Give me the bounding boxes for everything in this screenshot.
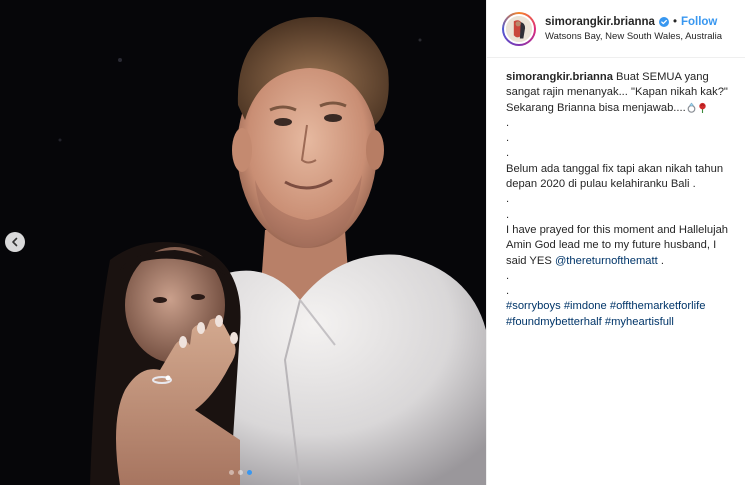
ring-icon <box>687 102 696 113</box>
header-separator: • <box>672 15 677 28</box>
caption-paragraph-3-end: . <box>657 254 664 267</box>
follow-button[interactable]: Follow <box>681 16 717 28</box>
avatar[interactable] <box>502 11 536 46</box>
caption-dot: . <box>506 116 510 129</box>
photo-image <box>0 0 486 485</box>
carousel-prev-button[interactable] <box>5 232 25 252</box>
hashtag-link[interactable]: #offthemarketforlife <box>610 300 706 312</box>
post-header: simorangkir.brianna • Follow Watsons Bay… <box>487 0 745 58</box>
location-link[interactable]: Watsons Bay, New South Wales, Australia <box>545 31 722 42</box>
carousel-dot-active <box>247 470 252 475</box>
hashtag-link[interactable]: #foundmybetterhalf <box>506 316 602 328</box>
avatar-image <box>506 15 532 42</box>
rose-icon <box>699 102 706 113</box>
caption-dot: . <box>506 132 510 145</box>
mention-link[interactable]: @thereturnofthematt <box>555 255 658 267</box>
caption-dot: . <box>506 208 510 221</box>
caption-paragraph-3: I have prayed for this moment and Hallel… <box>506 223 731 269</box>
caption-paragraph-2: Belum ada tanggal fix tapi akan nikah ta… <box>506 162 724 191</box>
post-details-pane: simorangkir.brianna • Follow Watsons Bay… <box>486 0 745 485</box>
verified-badge-icon <box>658 16 669 27</box>
carousel-dot <box>238 470 243 475</box>
caption-dot: . <box>506 147 510 160</box>
caption-username-link[interactable]: simorangkir.brianna <box>506 71 613 83</box>
hashtag-link[interactable]: #myheartisfull <box>605 316 674 328</box>
hashtag-link[interactable]: #imdone <box>564 300 607 312</box>
chevron-left-icon <box>12 237 18 247</box>
caption-dot: . <box>506 193 510 206</box>
caption-intro-paragraph: simorangkir.brianna Buat SEMUA yang sang… <box>506 70 731 116</box>
username-link[interactable]: simorangkir.brianna <box>545 16 655 28</box>
post-photo[interactable] <box>0 0 486 485</box>
hashtag-link[interactable]: #sorryboys <box>506 300 561 312</box>
caption-dot: . <box>506 285 510 298</box>
hashtags: #sorryboys #imdone #offthemarketforlife … <box>506 299 731 330</box>
carousel-dot <box>229 470 234 475</box>
post-caption: simorangkir.brianna Buat SEMUA yang sang… <box>487 58 745 330</box>
carousel-indicator <box>229 470 252 475</box>
caption-dot: . <box>506 269 510 282</box>
